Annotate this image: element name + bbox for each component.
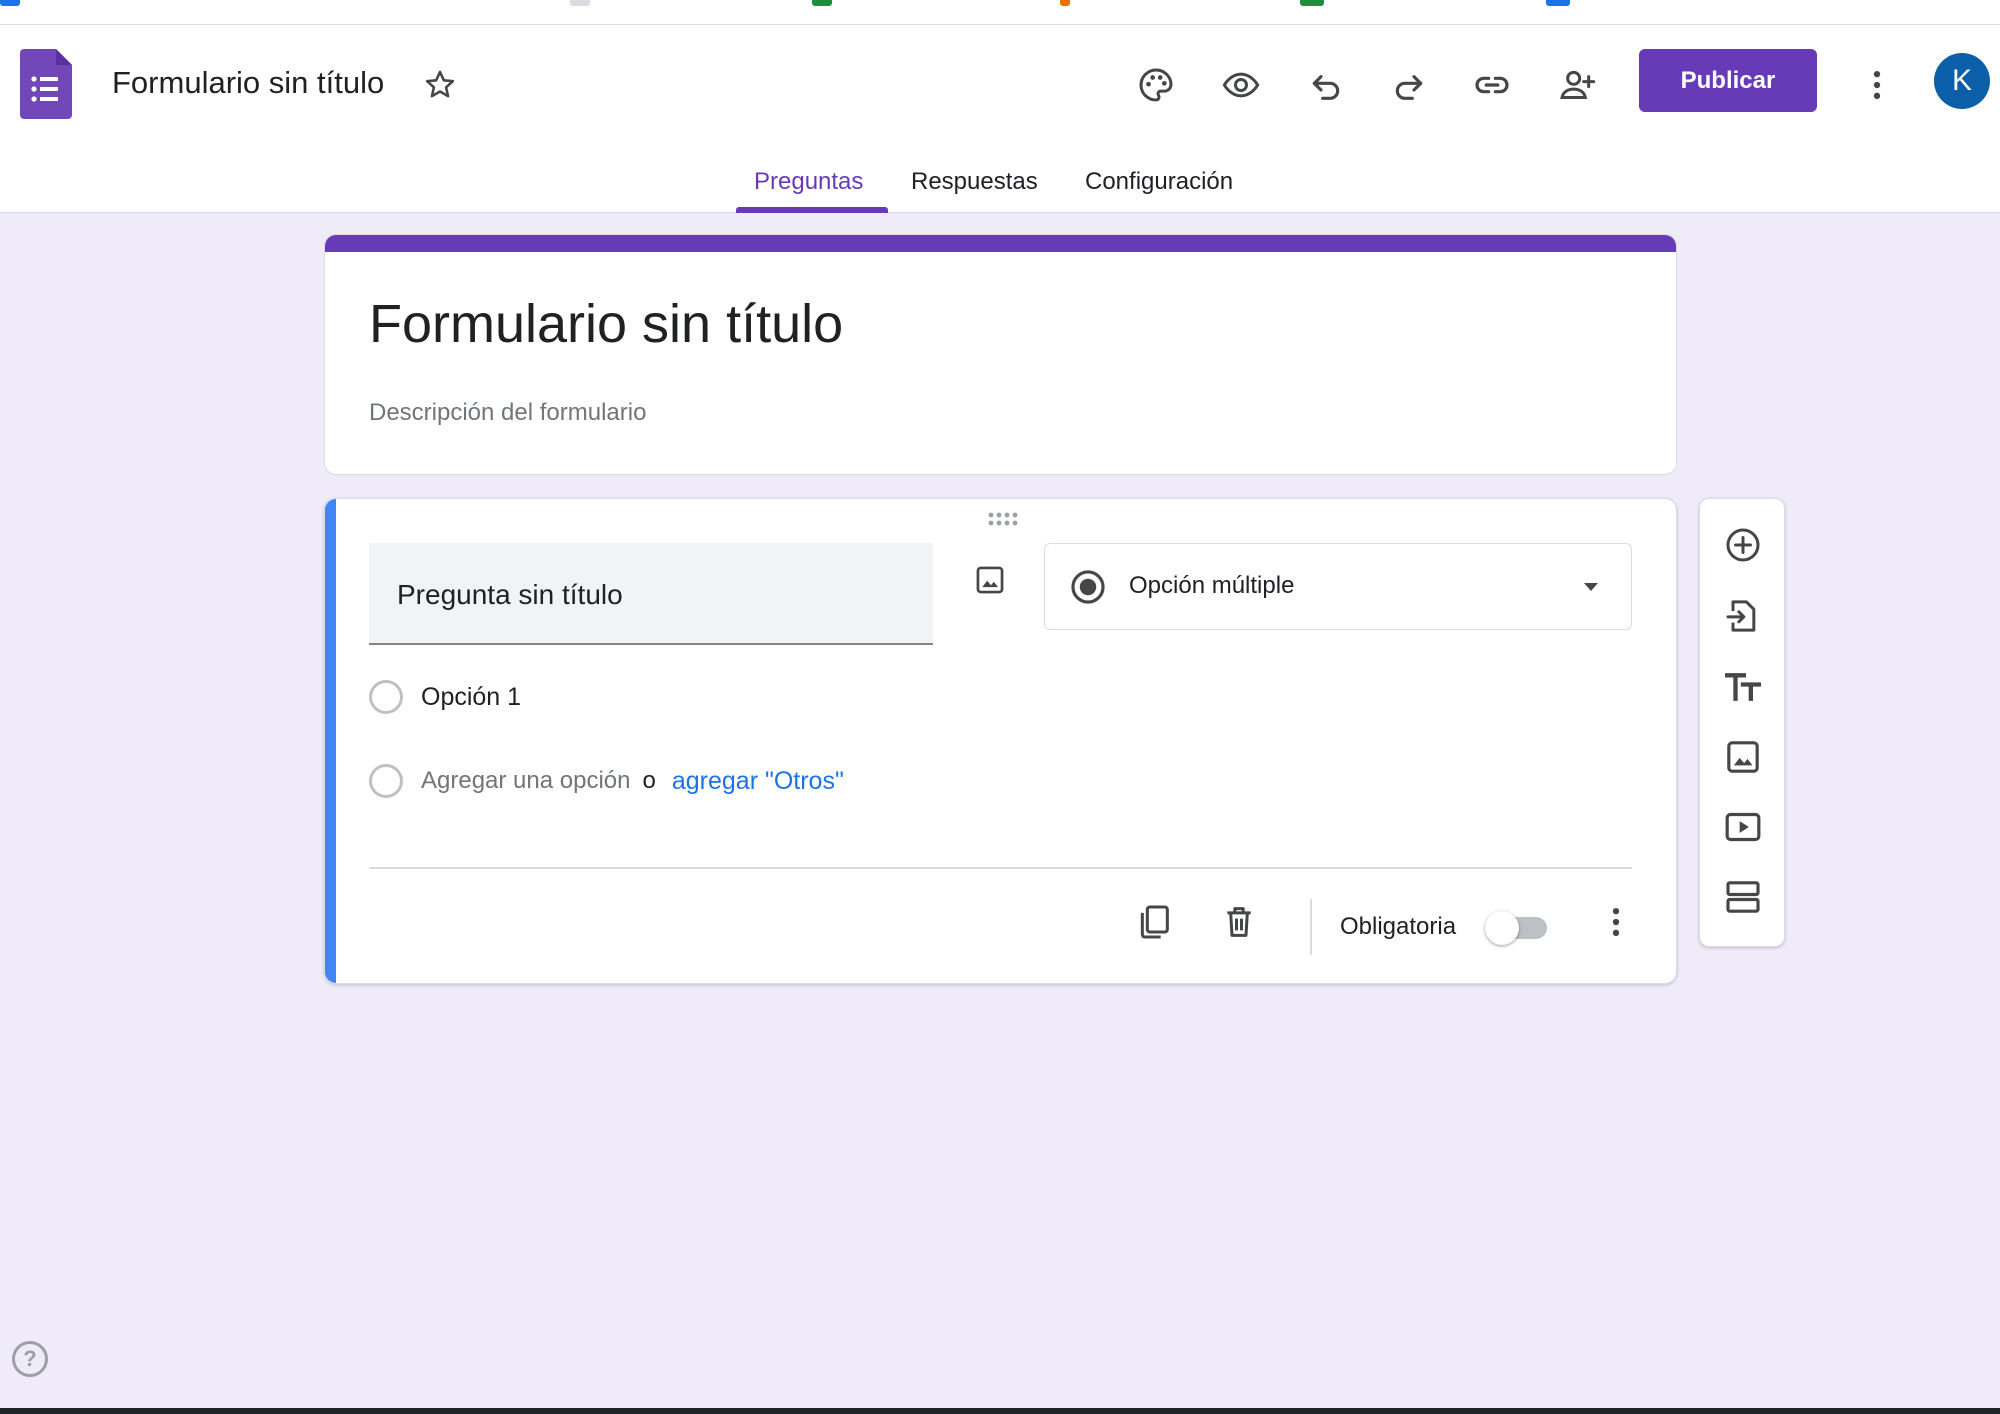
add-question-icon[interactable] <box>1719 521 1767 569</box>
preview-eye-icon[interactable] <box>1217 61 1265 109</box>
active-card-indicator <box>325 499 336 983</box>
card-divider <box>369 867 1632 869</box>
question-title-text: Pregunta sin título <box>397 579 623 610</box>
publish-button[interactable]: Publicar <box>1639 49 1817 112</box>
undo-icon[interactable] <box>1302 61 1350 109</box>
add-collaborator-icon[interactable] <box>1553 61 1601 109</box>
required-toggle[interactable] <box>1485 909 1547 945</box>
duplicate-icon[interactable] <box>1129 897 1179 947</box>
bookmarks-bar <box>0 0 2000 25</box>
app-header: Formulario sin título Publicar K Pregunt… <box>0 25 2000 213</box>
floating-toolbar <box>1699 498 1785 947</box>
add-option-row: Agregar una opción o agregar "Otros" <box>369 761 844 801</box>
add-other-link[interactable]: agregar "Otros" <box>672 767 844 796</box>
drag-handle-icon[interactable] <box>987 511 1019 527</box>
question-title-input[interactable]: Pregunta sin título <box>369 543 933 645</box>
add-video-icon[interactable] <box>1719 803 1767 851</box>
tab-configuracion[interactable]: Configuración <box>1085 163 1233 213</box>
active-tab-indicator <box>736 207 888 213</box>
more-vert-icon[interactable] <box>1853 61 1901 109</box>
toggle-knob <box>1485 911 1519 945</box>
add-section-icon[interactable] <box>1719 873 1767 921</box>
bookmark-icon[interactable] <box>1546 0 1570 6</box>
redo-icon[interactable] <box>1385 61 1433 109</box>
radio-circle-icon <box>369 764 403 798</box>
option-label[interactable]: Opción 1 <box>421 683 521 712</box>
title-card-accent <box>325 235 1676 252</box>
footer-separator <box>1310 899 1312 955</box>
form-tabs: Preguntas Respuestas Configuración <box>0 163 2000 213</box>
bookmark-icon[interactable] <box>1300 0 1324 6</box>
form-description-field[interactable]: Descripción del formulario <box>369 399 646 427</box>
add-option-input[interactable]: Agregar una opción <box>421 767 630 795</box>
add-image-icon[interactable] <box>965 555 1015 605</box>
question-more-icon[interactable] <box>1591 897 1641 947</box>
google-forms-logo-icon[interactable] <box>20 49 72 119</box>
bookmark-icon[interactable] <box>570 0 590 6</box>
bookmark-icon[interactable] <box>0 0 20 6</box>
tab-preguntas[interactable]: Preguntas <box>754 163 863 213</box>
palette-icon[interactable] <box>1132 61 1180 109</box>
option-row[interactable]: Opción 1 <box>369 677 521 717</box>
radio-button-icon <box>1069 568 1107 606</box>
dropdown-arrow-icon <box>1581 580 1601 594</box>
avatar[interactable]: K <box>1934 53 1990 109</box>
or-separator: o <box>642 767 656 794</box>
document-title[interactable]: Formulario sin título <box>112 65 384 101</box>
link-icon[interactable] <box>1468 61 1516 109</box>
star-icon[interactable] <box>420 65 460 105</box>
add-image-icon[interactable] <box>1719 733 1767 781</box>
bookmark-icon[interactable] <box>1060 0 1070 6</box>
bookmark-icon[interactable] <box>812 0 832 6</box>
import-questions-icon[interactable] <box>1719 592 1767 640</box>
help-icon[interactable]: ? <box>12 1341 48 1377</box>
radio-circle-icon <box>369 680 403 714</box>
delete-icon[interactable] <box>1214 897 1264 947</box>
required-label: Obligatoria <box>1340 913 1457 940</box>
question-type-label: Opción múltiple <box>1129 572 1295 599</box>
tab-respuestas[interactable]: Respuestas <box>911 163 1038 213</box>
add-title-icon[interactable] <box>1719 663 1767 711</box>
form-title[interactable]: Formulario sin título <box>369 293 843 355</box>
taskbar-strip <box>0 1408 2000 1414</box>
form-title-card[interactable]: Formulario sin título Descripción del fo… <box>324 234 1677 475</box>
question-type-select[interactable]: Opción múltiple <box>1044 543 1632 630</box>
question-card[interactable]: Pregunta sin título Opción múltiple Opci… <box>324 498 1677 984</box>
